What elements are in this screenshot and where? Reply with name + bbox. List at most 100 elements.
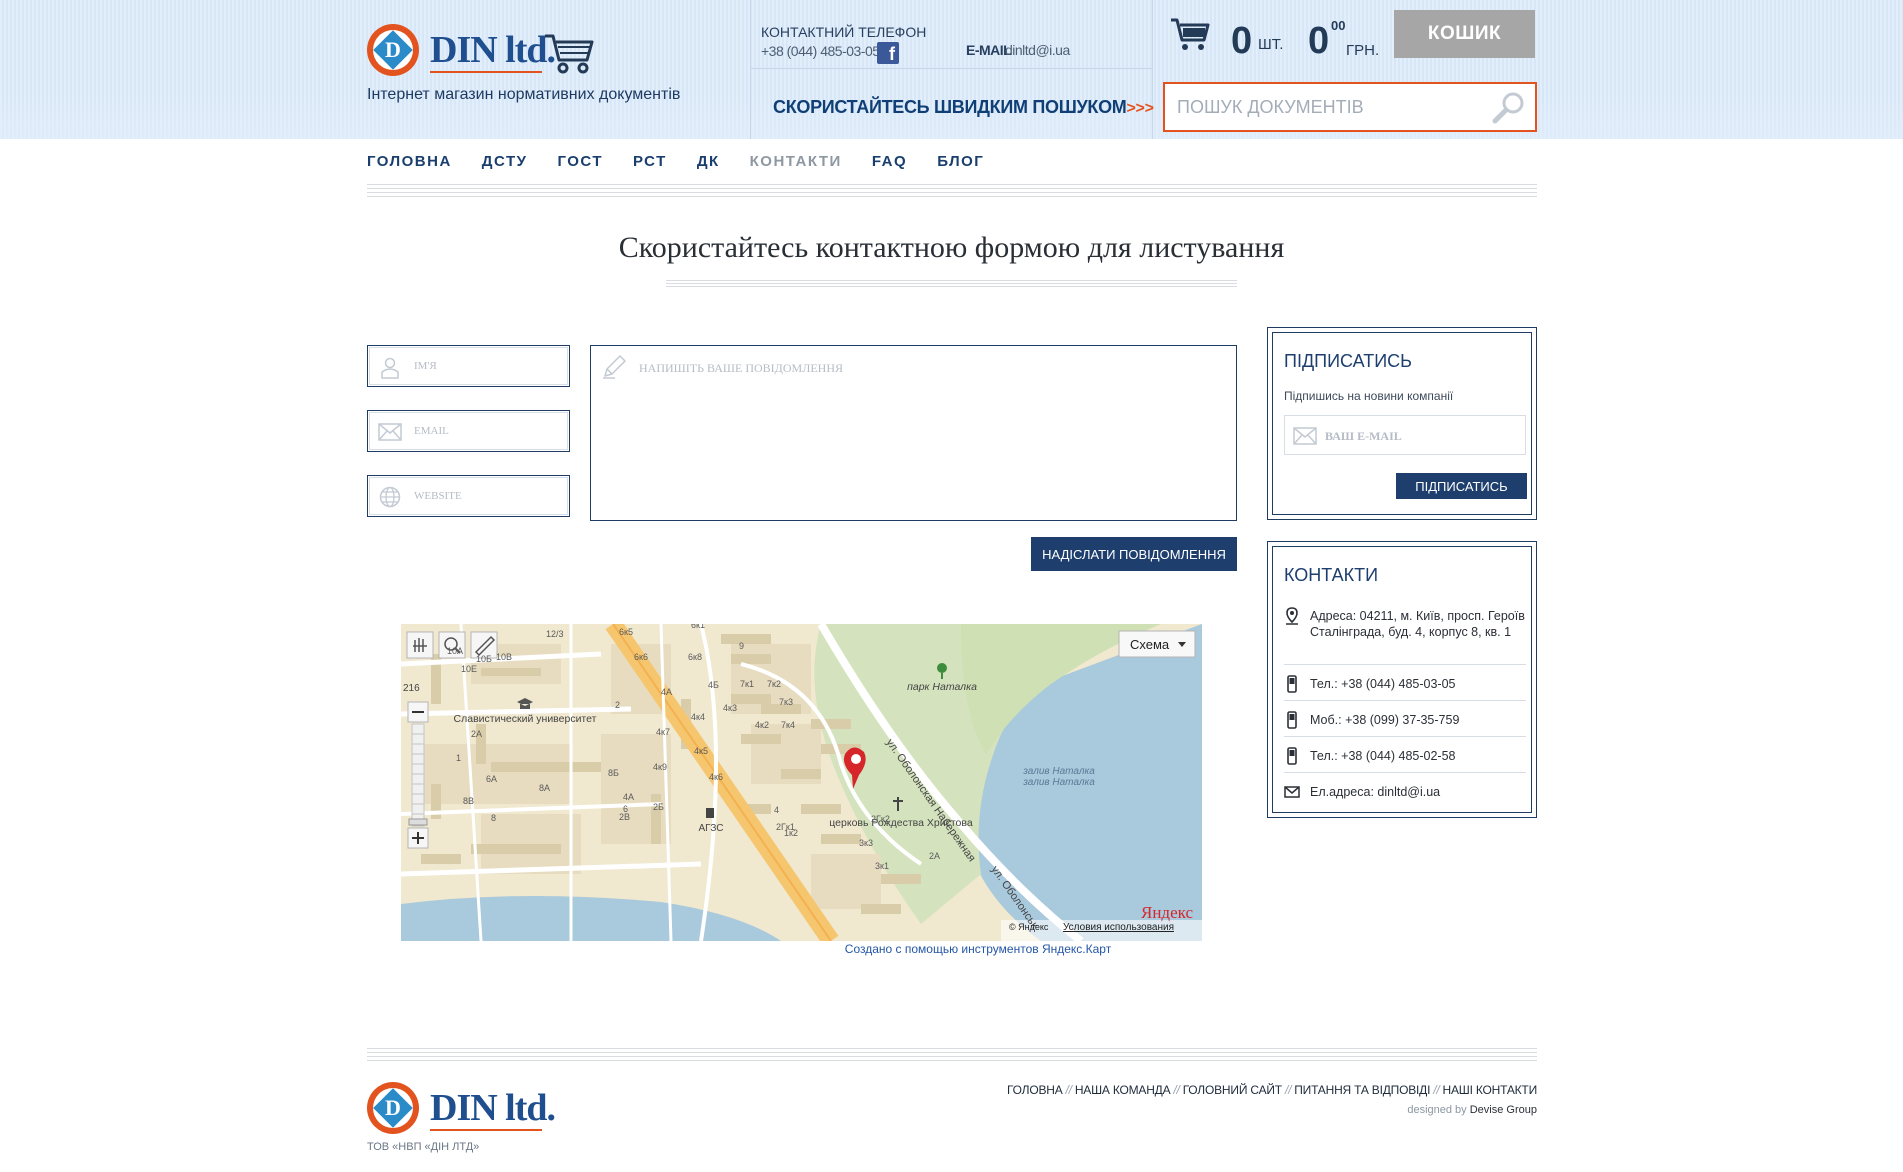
contact-phone-2-text: Тел.: +38 (044) 485-02-58	[1310, 749, 1456, 763]
map-house-number: 4Б	[708, 680, 719, 690]
facebook-icon[interactable]: f	[877, 42, 899, 64]
map-house-number: 4к4	[691, 712, 705, 722]
map-house-number: 3к1	[875, 861, 889, 871]
designer-link[interactable]: Devise Group	[1470, 1104, 1537, 1116]
phone-icon	[1287, 675, 1297, 693]
map-canvas: 216 Славистический университет парк Ната…	[401, 624, 1202, 941]
map-credit[interactable]: Создано с помощью инструментов Яндекс.Ка…	[0, 942, 1903, 956]
map-house-number: 4к3	[723, 703, 737, 713]
map-house-number: 4А	[623, 792, 634, 802]
subscribe-email-input[interactable]	[1325, 426, 1520, 446]
footer-link-team[interactable]: НАША КОМАНДА	[1075, 1083, 1171, 1097]
map-house-number: 6к6	[634, 652, 648, 662]
contact-email-text: Ел.адреса: dinltd@i.ua	[1310, 785, 1441, 799]
map-terms-link[interactable]: Условия использования	[1063, 922, 1174, 933]
footer-link-contacts[interactable]: НАШІ КОНТАКТИ	[1443, 1083, 1538, 1097]
map-scheme-label[interactable]: Схема	[1130, 637, 1170, 652]
contact-divider	[1284, 664, 1526, 665]
page: D DIN ltd. Інтернет магазин нормативних …	[0, 0, 1903, 1172]
map-zoom-value: 216	[403, 683, 420, 694]
main-nav: ГОЛОВНА ДСТУ ГОСТ РСТ ДК КОНТАКТИ FAQ БЛ…	[367, 153, 1014, 170]
footer-link-faq[interactable]: ПИТАННЯ ТА ВІДПОВІДІ	[1294, 1083, 1430, 1097]
contact-phone-1: Тел.: +38 (044) 485-03-05	[1284, 675, 1526, 693]
nav-item-dk[interactable]: ДК	[697, 153, 720, 170]
logo-letter: D	[385, 1095, 401, 1120]
footer-link-separator: //	[1433, 1083, 1440, 1097]
subscribe-title: ПІДПИСАТИСЬ	[1284, 351, 1412, 371]
cart-logo-icon	[545, 34, 594, 74]
map-house-number: 10В	[496, 652, 512, 662]
nav-item-blog[interactable]: БЛОГ	[937, 153, 984, 170]
contacts-box: КОНТАКТИ Адреса: 04211, м. Київ, просп. …	[1267, 541, 1537, 818]
nav-item-home[interactable]: ГОЛОВНА	[367, 153, 452, 170]
logo-brand-text: DIN ltd.	[430, 29, 556, 71]
cart-count-unit: ШТ.	[1258, 36, 1284, 53]
map-house-number: 4к6	[709, 772, 723, 782]
website-field	[367, 475, 570, 517]
map-house-number: 6А	[486, 774, 497, 784]
map-house-number: 4А	[661, 687, 672, 697]
phone-icon	[1287, 747, 1297, 765]
map-house-number: 4	[774, 805, 779, 815]
nav-item-contacts[interactable]: КОНТАКТИ	[750, 153, 842, 170]
cart-currency: ГРН.	[1346, 42, 1380, 59]
map-label-university: Славистический университет	[454, 713, 597, 725]
footer-link-main-site[interactable]: ГОЛОВНИЙ САЙТ	[1183, 1083, 1282, 1097]
user-icon	[381, 357, 399, 379]
map-house-number: 7к1	[740, 679, 754, 689]
search-icon[interactable]	[1491, 90, 1527, 126]
map-house-number: 7к3	[779, 697, 793, 707]
cart-button[interactable]: КОШИК	[1394, 10, 1535, 58]
footer-logo[interactable]: D DIN ltd.	[367, 1082, 567, 1136]
subscribe-description: Підпишись на новини компанії	[1284, 389, 1454, 403]
phone-number: +38 (044) 485-03-05	[761, 43, 880, 59]
contacts-title: КОНТАКТИ	[1284, 565, 1379, 585]
map-house-number: 2А	[471, 729, 482, 739]
map-house-number: 1к2	[784, 828, 798, 838]
cart-price: 0	[1308, 20, 1329, 62]
nav-item-rst[interactable]: РСТ	[633, 153, 667, 170]
footer-link-home[interactable]: ГОЛОВНА	[1007, 1083, 1063, 1097]
map-copyright: © Яндекс	[1009, 922, 1049, 932]
phone-label: КОНТАКТНИЙ ТЕЛЕФОН	[761, 24, 927, 40]
search-input[interactable]	[1177, 94, 1477, 120]
cart-icon[interactable]	[1170, 15, 1210, 53]
logo-underline	[430, 71, 542, 73]
footer-link-separator: //	[1065, 1083, 1072, 1097]
footer-company: ТОВ «НВП «ДІН ЛТД»	[367, 1141, 480, 1153]
header-divider	[750, 0, 751, 139]
map-house-number: 6к1	[691, 624, 705, 630]
map-house-number: 10Е	[461, 664, 477, 674]
message-input[interactable]	[639, 361, 1219, 501]
map-house-number: 8А	[539, 783, 550, 793]
yandex-map[interactable]: 216 Славистический университет парк Ната…	[401, 624, 1202, 941]
contacts-box-inner: КОНТАКТИ Адреса: 04211, м. Київ, просп. …	[1272, 546, 1532, 813]
map-label-gas: АГЗС	[698, 823, 723, 834]
email-value[interactable]: dinltd@i.ua	[1005, 42, 1070, 58]
subscribe-box-inner: ПІДПИСАТИСЬ Підпишись на новини компанії…	[1272, 332, 1532, 515]
map-house-number: 6к5	[619, 627, 633, 637]
map-house-number: 8Б	[608, 768, 619, 778]
contact-divider	[1284, 700, 1526, 701]
contact-mobile: Моб.: +38 (099) 37-35-759	[1284, 711, 1526, 729]
title-divider	[666, 280, 1237, 288]
quick-search-arrows: >>>	[1126, 100, 1154, 117]
map-house-number: 2В	[619, 812, 630, 822]
name-input[interactable]	[414, 356, 564, 376]
map-house-number: 4к9	[653, 762, 667, 772]
map-house-number: 7к4	[781, 720, 795, 730]
website-input[interactable]	[414, 486, 564, 506]
header-divider	[1152, 0, 1153, 139]
logo[interactable]: D DIN ltd.	[367, 24, 607, 78]
email-input[interactable]	[414, 421, 564, 441]
nav-item-dstu[interactable]: ДСТУ	[482, 153, 528, 170]
map-house-number: 9	[739, 641, 744, 651]
map-house-number: 2А	[929, 851, 940, 861]
map-house-number: 7к2	[767, 679, 781, 689]
subscribe-button[interactable]: ПІДПИСАТИСЬ	[1396, 473, 1527, 499]
nav-item-faq[interactable]: FAQ	[872, 153, 907, 170]
map-house-number: 1	[456, 753, 461, 763]
nav-item-gost[interactable]: ГОСТ	[557, 153, 603, 170]
map-house-number: 4к5	[694, 746, 708, 756]
send-message-button[interactable]: НАДІСЛАТИ ПОВІДОМЛЕННЯ	[1031, 537, 1237, 571]
